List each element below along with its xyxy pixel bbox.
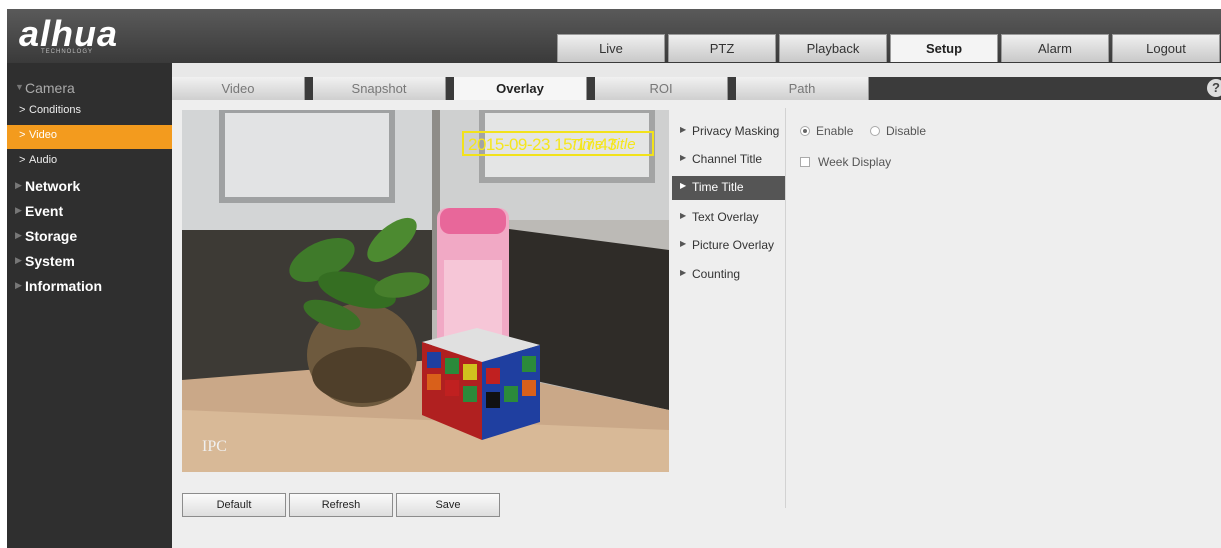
sidebar: ▼ Camera > Conditions > Video > Audio ▶ …: [7, 63, 172, 548]
sidebar-item-label: System: [25, 253, 75, 269]
arrow-icon: >: [19, 154, 26, 166]
video-preview: 2015-09-23 15:17:43 Time Title IPC: [182, 110, 669, 472]
chevron-right-icon: ▶: [15, 280, 22, 290]
chevron-right-icon: ▶: [15, 205, 22, 215]
triangle-right-icon: ▶: [680, 239, 687, 248]
menu-time-title[interactable]: ▶ Time Title: [672, 176, 785, 200]
tab-roi[interactable]: ROI: [595, 77, 728, 100]
sidebar-item-system[interactable]: ▶ System: [7, 250, 172, 274]
week-display-checkbox[interactable]: [800, 157, 810, 167]
sidebar-item-storage[interactable]: ▶ Storage: [7, 225, 172, 249]
menu-counting[interactable]: ▶ Counting: [672, 263, 785, 287]
tab-overlay[interactable]: Overlay: [454, 77, 587, 100]
subtab-bar: Video Snapshot Overlay ROI Path: [172, 77, 1221, 100]
save-button[interactable]: Save: [396, 493, 500, 517]
enable-option[interactable]: Enable: [800, 124, 853, 138]
help-icon[interactable]: ?: [1207, 79, 1221, 97]
triangle-right-icon: ▶: [680, 211, 687, 220]
overlay-panel: 2015-09-23 15:17:43 Time Title IPC Defau…: [172, 100, 1221, 548]
sidebar-item-label: Event: [25, 203, 64, 219]
sidebar-item-information[interactable]: ▶ Information: [7, 275, 172, 299]
sidebar-item-label: Video: [29, 129, 57, 141]
menu-divider: [785, 108, 786, 508]
menu-item-label: Text Overlay: [692, 210, 759, 224]
sidebar-item-video[interactable]: > Video: [7, 125, 172, 149]
sidebar-item-event[interactable]: ▶ Event: [7, 200, 172, 224]
nav-alarm[interactable]: Alarm: [1001, 34, 1109, 62]
chevron-right-icon: ▶: [15, 180, 22, 190]
chevron-right-icon: ▶: [15, 230, 22, 240]
menu-item-label: Privacy Masking: [692, 124, 780, 138]
arrow-icon: >: [19, 129, 26, 141]
nav-setup[interactable]: Setup: [890, 34, 998, 62]
refresh-button[interactable]: Refresh: [289, 493, 393, 517]
triangle-right-icon: ▶: [680, 181, 687, 190]
sidebar-item-label: Network: [25, 178, 81, 194]
tab-snapshot[interactable]: Snapshot: [313, 77, 446, 100]
menu-channel-title[interactable]: ▶ Channel Title: [672, 148, 785, 172]
menu-item-label: Counting: [692, 267, 741, 281]
enable-label: Enable: [816, 124, 854, 138]
nav-ptz[interactable]: PTZ: [668, 34, 776, 62]
disable-option[interactable]: Disable: [870, 124, 926, 138]
tab-video[interactable]: Video: [172, 77, 305, 100]
sidebar-item-audio[interactable]: > Audio: [7, 150, 172, 174]
sidebar-item-label: Audio: [29, 154, 58, 166]
week-display-label: Week Display: [818, 155, 892, 169]
app-window: alhua TECHNOLOGY Live PTZ Playback Setup…: [7, 9, 1221, 548]
sidebar-item-camera[interactable]: ▼ Camera: [7, 77, 172, 101]
nav-logout[interactable]: Logout: [1112, 34, 1220, 62]
menu-privacy-masking[interactable]: ▶ Privacy Masking: [672, 120, 785, 144]
sidebar-item-network[interactable]: ▶ Network: [7, 175, 172, 199]
camera-scene: [182, 110, 669, 472]
nav-live[interactable]: Live: [557, 34, 665, 62]
chevron-down-icon: ▼: [15, 82, 24, 92]
nav-playback[interactable]: Playback: [779, 34, 887, 62]
sidebar-item-label: Camera: [25, 80, 75, 96]
enable-radio[interactable]: [800, 126, 810, 136]
top-navigation: Live PTZ Playback Setup Alarm Logout: [557, 34, 1221, 64]
osd-label: Time Title: [570, 136, 636, 153]
channel-name-overlay: IPC: [202, 438, 227, 455]
menu-text-overlay[interactable]: ▶ Text Overlay: [672, 206, 785, 230]
triangle-right-icon: ▶: [680, 125, 687, 134]
tab-path[interactable]: Path: [736, 77, 869, 100]
default-button[interactable]: Default: [182, 493, 286, 517]
triangle-right-icon: ▶: [680, 153, 687, 162]
sidebar-item-label: Conditions: [29, 104, 81, 116]
triangle-right-icon: ▶: [680, 268, 687, 277]
sidebar-item-conditions[interactable]: > Conditions: [7, 100, 172, 124]
disable-label: Disable: [886, 124, 927, 138]
menu-item-label: Picture Overlay: [692, 238, 775, 252]
menu-item-label: Channel Title: [692, 152, 763, 166]
header-bar: alhua TECHNOLOGY Live PTZ Playback Setup…: [7, 9, 1221, 63]
sidebar-item-label: Storage: [25, 228, 78, 244]
week-display-option[interactable]: Week Display: [800, 155, 891, 169]
chevron-right-icon: ▶: [15, 255, 22, 265]
arrow-icon: >: [19, 104, 26, 116]
menu-picture-overlay[interactable]: ▶ Picture Overlay: [672, 234, 785, 258]
disable-radio[interactable]: [870, 126, 880, 136]
menu-item-label: Time Title: [692, 180, 744, 194]
time-title-region[interactable]: 2015-09-23 15:17:43 Time Title: [462, 131, 654, 156]
sidebar-item-label: Information: [25, 278, 102, 294]
logo-subtitle: TECHNOLOGY: [41, 49, 94, 55]
